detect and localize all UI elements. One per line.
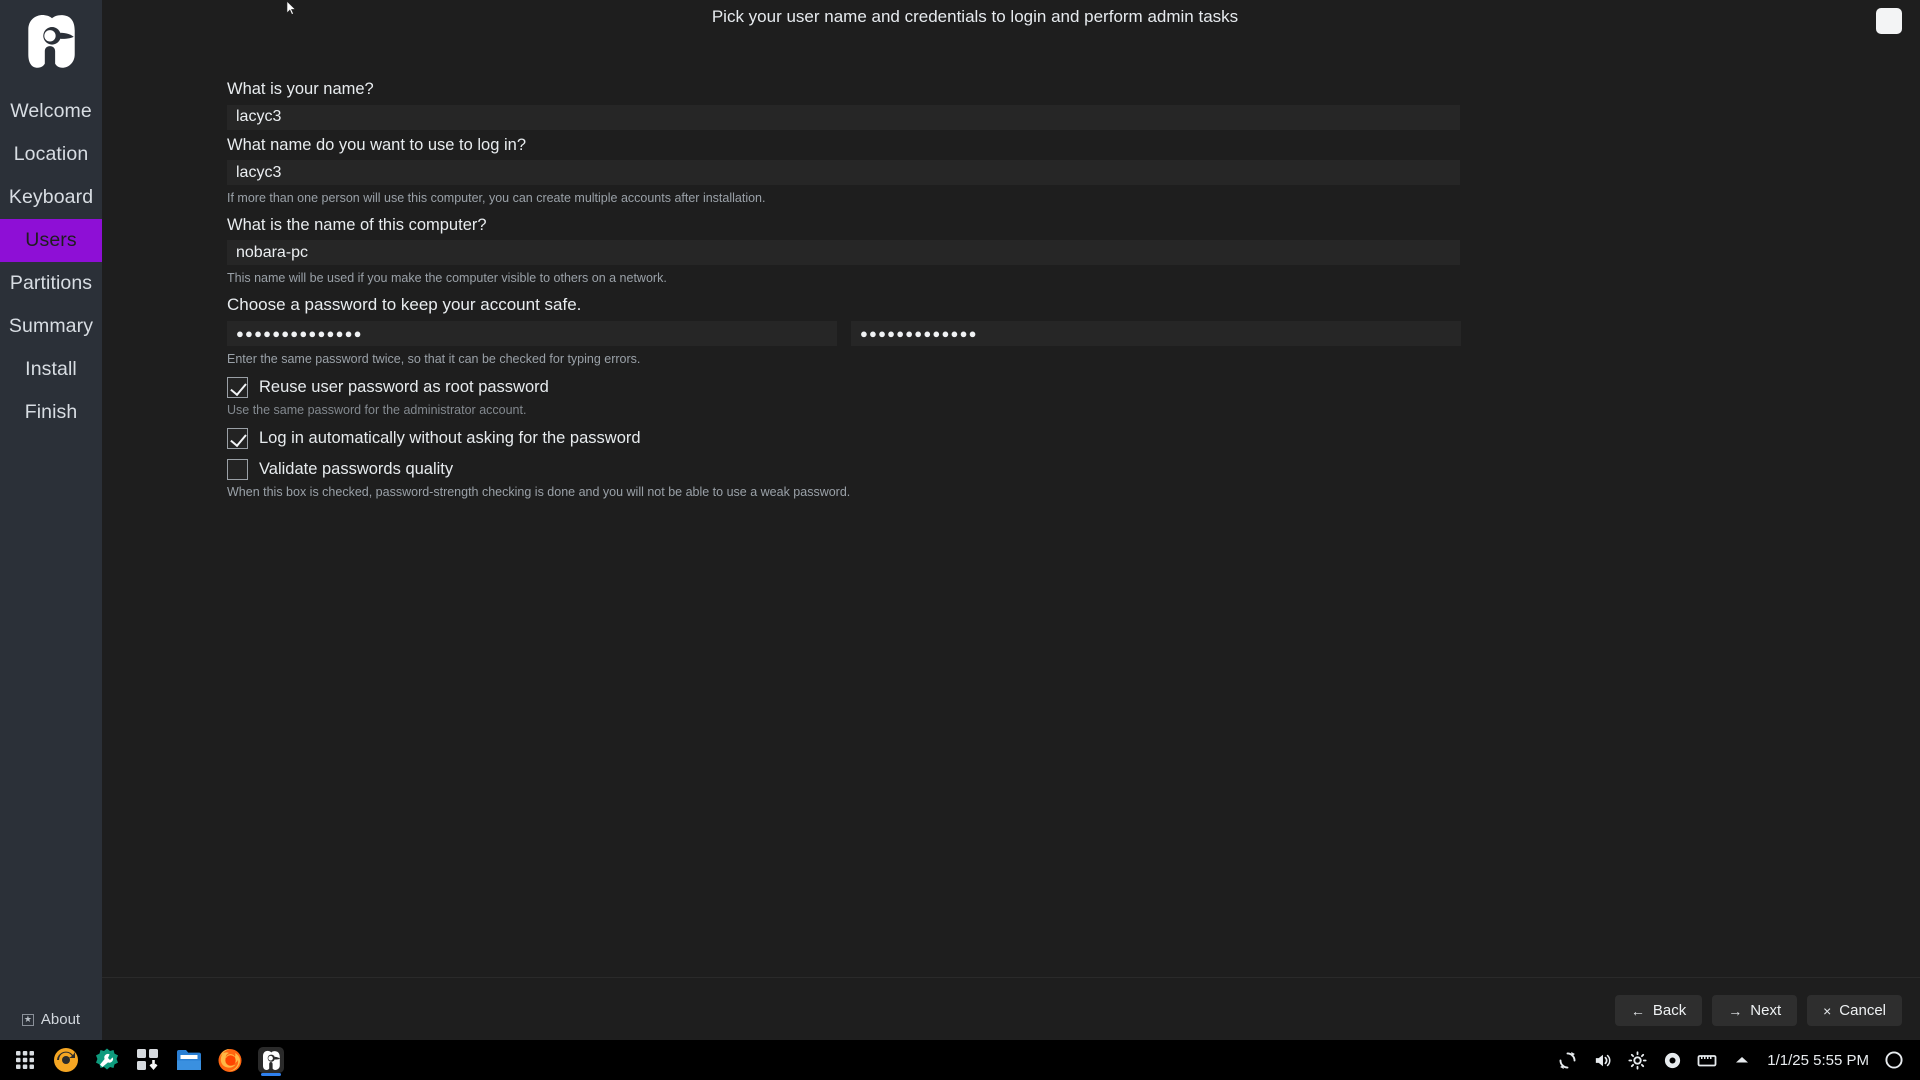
mouse-cursor	[286, 0, 297, 16]
sidebar-item-label: Finish	[24, 401, 78, 423]
sidebar-item-users[interactable]: Users	[0, 219, 102, 262]
reuse-root-password-help: Use the same password for the administra…	[227, 402, 527, 417]
info-icon: ★	[21, 1013, 34, 1026]
reuse-root-password-label: Reuse user password as root password	[259, 377, 549, 396]
sidebar: Welcome Location Keyboard Users Partitio…	[0, 0, 102, 1040]
chevron-up-icon[interactable]	[1732, 1050, 1752, 1070]
about-label: About	[40, 1011, 81, 1028]
validate-password-label: Validate passwords quality	[259, 460, 454, 479]
validate-password-checkbox[interactable]	[227, 459, 248, 481]
firefox-icon[interactable]	[215, 1045, 245, 1075]
content-pane: Pick your user name and credentials to l…	[102, 0, 1920, 1040]
power-icon[interactable]	[1884, 1050, 1904, 1070]
user-form: What is your name? lacyc3 What name do y…	[102, 34, 1476, 508]
close-icon: ×	[1823, 1002, 1832, 1019]
nobara-welcome-icon[interactable]	[51, 1045, 81, 1075]
back-button[interactable]: ← Back	[1614, 995, 1703, 1026]
reuse-root-password-checkbox[interactable]	[227, 376, 248, 398]
sidebar-item-label: Welcome	[10, 100, 92, 122]
autologin-label: Log in automatically without asking for …	[259, 429, 641, 448]
login-help: If more than one person will use this co…	[227, 191, 766, 206]
hostname-help: This name will be used if you make the c…	[227, 271, 667, 286]
sidebar-item-label: Partitions	[9, 272, 93, 294]
login-label: What name do you want to use to log in?	[227, 135, 527, 154]
hostname-input[interactable]: nobara-pc	[227, 240, 1460, 266]
system-settings-icon[interactable]	[92, 1045, 122, 1075]
taskbar: 1/1/25 5:55 PM	[0, 1040, 1920, 1080]
sidebar-item-keyboard[interactable]: Keyboard	[0, 176, 102, 219]
brightness-icon[interactable]	[1627, 1050, 1647, 1070]
sidebar-item-partitions[interactable]: Partitions	[0, 262, 102, 305]
maximize-button[interactable]	[1876, 8, 1902, 34]
installer-window: Welcome Location Keyboard Users Partitio…	[0, 0, 1920, 1040]
footer-buttons: ← Back → Next × Cancel	[1614, 995, 1902, 1026]
autologin-checkbox[interactable]	[227, 428, 248, 450]
software-updates-icon[interactable]	[133, 1045, 163, 1075]
password-row: ●●●●●●●●●●●●●● ●●●●●●●●●●●●●	[227, 320, 1476, 346]
app-grid-icon[interactable]	[10, 1045, 40, 1075]
clock[interactable]: 1/1/25 5:55 PM	[1767, 1052, 1869, 1069]
password-label: Choose a password to keep your account s…	[227, 295, 582, 315]
arrow-left-icon: ←	[1630, 1002, 1645, 1019]
system-tray: 1/1/25 5:55 PM	[1557, 1050, 1910, 1070]
hostname-label: What is the name of this computer?	[227, 215, 487, 234]
sync-icon[interactable]	[1557, 1050, 1577, 1070]
sidebar-item-label: Users	[25, 229, 77, 251]
autologin-row[interactable]: Log in automatically without asking for …	[227, 428, 1476, 450]
next-label: Next	[1750, 1002, 1782, 1019]
login-input[interactable]: lacyc3	[227, 160, 1460, 186]
taskbar-launchers	[10, 1045, 286, 1076]
desktop: Welcome Location Keyboard Users Partitio…	[0, 0, 1920, 1080]
sidebar-item-label: Install	[25, 358, 77, 380]
footer-divider	[102, 977, 1920, 978]
sidebar-item-label: Keyboard	[8, 186, 94, 208]
back-label: Back	[1652, 1002, 1687, 1019]
file-manager-icon[interactable]	[174, 1045, 204, 1075]
nobara-logo	[15, 6, 87, 78]
network-icon[interactable]	[1697, 1050, 1717, 1070]
nobara-installer-icon[interactable]	[256, 1045, 286, 1076]
titlebar: Pick your user name and credentials to l…	[102, 0, 1920, 34]
name-label: What is your name?	[227, 80, 374, 98]
sidebar-item-location[interactable]: Location	[0, 133, 102, 176]
password-help: Enter the same password twice, so that i…	[227, 351, 641, 366]
password-input[interactable]: ●●●●●●●●●●●●●●	[227, 320, 837, 346]
sidebar-nav: Welcome Location Keyboard Users Partitio…	[0, 90, 102, 434]
next-button[interactable]: → Next	[1712, 995, 1798, 1026]
validate-password-help: When this box is checked, password-stren…	[227, 485, 851, 500]
about-button[interactable]: ★ About	[0, 1011, 102, 1028]
password-confirm-input[interactable]: ●●●●●●●●●●●●●	[851, 320, 1461, 346]
name-input[interactable]: lacyc3	[227, 104, 1460, 130]
sidebar-item-label: Location	[13, 143, 89, 165]
sidebar-item-install[interactable]: Install	[0, 348, 102, 391]
volume-icon[interactable]	[1592, 1050, 1612, 1070]
validate-password-row[interactable]: Validate passwords quality	[227, 459, 1476, 481]
reuse-root-password-row[interactable]: Reuse user password as root password	[227, 376, 1476, 398]
sidebar-item-finish[interactable]: Finish	[0, 391, 102, 434]
sidebar-item-welcome[interactable]: Welcome	[0, 90, 102, 133]
page-title: Pick your user name and credentials to l…	[711, 7, 1239, 26]
disc-icon[interactable]	[1662, 1050, 1682, 1070]
cancel-label: Cancel	[1839, 1002, 1886, 1019]
cancel-button[interactable]: × Cancel	[1807, 995, 1902, 1026]
sidebar-item-summary[interactable]: Summary	[0, 305, 102, 348]
arrow-right-icon: →	[1728, 1002, 1743, 1019]
sidebar-item-label: Summary	[8, 315, 94, 337]
